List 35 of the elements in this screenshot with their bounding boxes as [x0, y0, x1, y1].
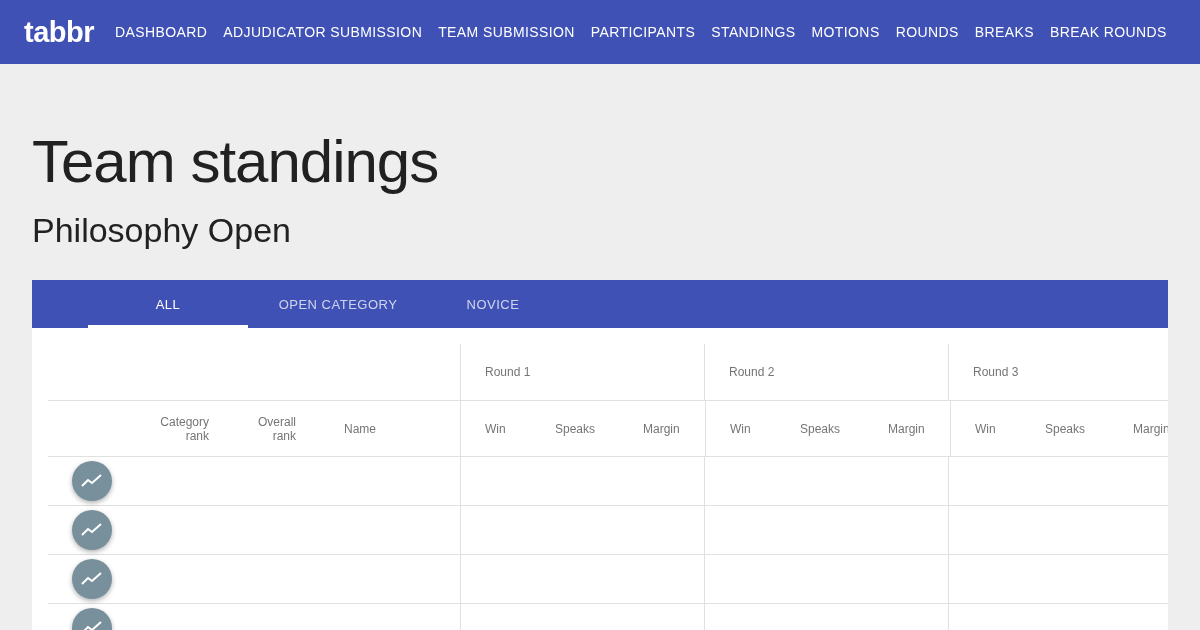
- page-title: Team standings: [32, 127, 440, 196]
- column-header[interactable]: Speaks: [800, 421, 841, 436]
- column-header[interactable]: Overall rank: [236, 414, 296, 443]
- nav-link[interactable]: ROUNDS: [895, 24, 959, 40]
- trend-line-icon: [81, 523, 103, 537]
- column-header[interactable]: Speaks: [1045, 421, 1086, 436]
- trend-line-icon: [81, 572, 103, 586]
- trend-line-icon: [81, 474, 103, 488]
- column-header[interactable]: Win: [485, 421, 506, 436]
- logo[interactable]: tabbr: [24, 15, 94, 49]
- nav-link[interactable]: PARTICIPANTS: [590, 24, 696, 40]
- column-header[interactable]: Name: [344, 421, 376, 436]
- tab[interactable]: NOVICE: [428, 280, 558, 328]
- column-group-header: Round 1: [485, 365, 531, 379]
- tab[interactable]: ALL: [88, 280, 248, 328]
- page-subtitle: Philosophy Open: [32, 210, 292, 250]
- nav-link[interactable]: MOTIONS: [811, 24, 880, 40]
- nav-link[interactable]: STANDINGS: [711, 24, 796, 40]
- tab[interactable]: OPEN CATEGORY: [248, 280, 428, 328]
- column-group-header: Round 2: [729, 365, 775, 379]
- column-group-header: Round 3: [973, 365, 1019, 379]
- chart-button[interactable]: [72, 510, 112, 550]
- chart-button[interactable]: [72, 461, 112, 501]
- nav-link[interactable]: DASHBOARD: [115, 24, 208, 40]
- column-header[interactable]: Win: [975, 421, 996, 436]
- column-header[interactable]: Win: [730, 421, 751, 436]
- nav-link[interactable]: BREAKS: [974, 24, 1034, 40]
- nav-link[interactable]: BREAK ROUNDS: [1049, 24, 1167, 40]
- chart-button[interactable]: [72, 559, 112, 599]
- nav-link[interactable]: TEAM SUBMISSION: [438, 24, 575, 40]
- nav-link[interactable]: ADJUDICATOR SUBMISSION: [223, 24, 423, 40]
- column-header[interactable]: Margin: [888, 421, 925, 436]
- column-header[interactable]: Speaks: [555, 421, 596, 436]
- column-header[interactable]: Category rank: [149, 414, 209, 443]
- column-header[interactable]: Margin: [643, 421, 680, 436]
